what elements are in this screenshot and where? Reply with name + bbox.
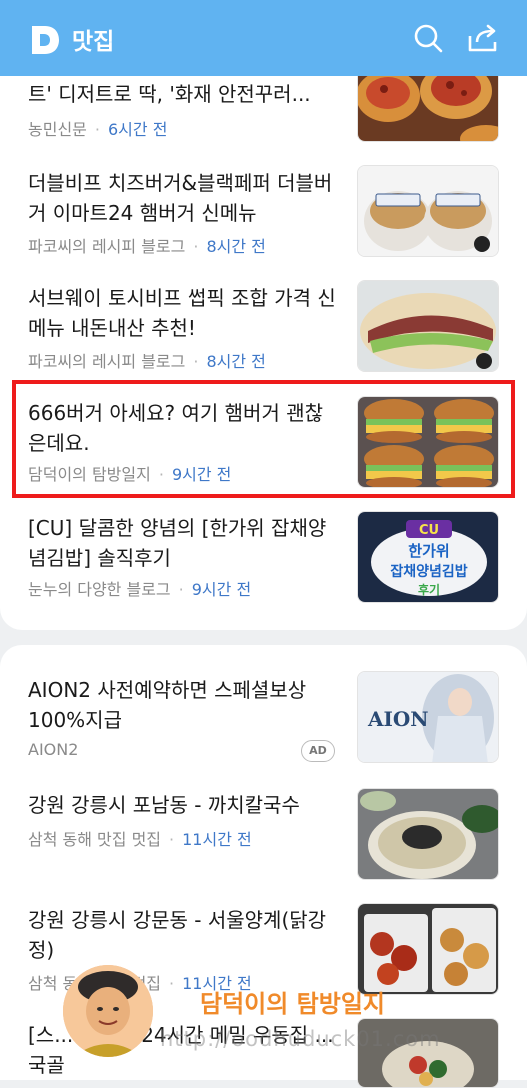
app-header: 맛집 xyxy=(0,0,527,76)
author-avatar xyxy=(63,965,153,1057)
aion-logo-text: AION xyxy=(367,707,429,731)
item-source: 삼척 동해 맛집 멋집 xyxy=(28,830,162,849)
item-meta: 농민신문 · 6시간 전 xyxy=(28,120,168,139)
ad-item[interactable]: AION2 사전예약하면 스페셜보상 100%지급 AION2 AD AION xyxy=(0,671,527,781)
section-title: 맛집 xyxy=(72,29,115,55)
item-time: 8시간 전 xyxy=(206,352,266,371)
selection-highlight xyxy=(12,380,515,498)
sandwich-photo xyxy=(357,280,499,372)
cu-kimbap-poster: CU 한가위 잡채양념김밥 후기 xyxy=(357,511,499,603)
search-icon[interactable] xyxy=(412,22,444,54)
item-title: 트' 디저트로 딱, '화재 안전꾸러... xyxy=(28,82,311,106)
item-title: 서브웨이 토시비프 썹픽 조합 가격 신메뉴 내돈내산 추천! xyxy=(28,286,336,340)
item-meta: 파코씨의 레시피 블로그 · 8시간 전 xyxy=(28,237,266,256)
item-title: 더블비프 치즈버거&블랙페퍼 더블버거 이마트24 햄버거 신메뉴 xyxy=(28,171,333,225)
item-title: AION2 사전예약하면 스페셜보상 100%지급 xyxy=(28,678,307,732)
share-icon[interactable] xyxy=(467,22,499,54)
item-source: AION2 xyxy=(28,740,79,759)
list-item[interactable]: 서브웨이 토시비프 썹픽 조합 가격 신메뉴 내돈내산 추천! 파코씨의 레시피… xyxy=(0,279,527,389)
poster-review-text: 후기 xyxy=(418,582,440,597)
news-feed-card: 트' 디저트로 딱, '화재 안전꾸러... 농민신문 · 6시간 전 더블비프 치… xyxy=(0,50,527,630)
noodle-soup-photo xyxy=(357,788,499,880)
poster-kimbap-text: 잡채양념김밥 xyxy=(390,563,467,580)
item-time: 6시간 전 xyxy=(107,120,168,139)
packaged-burgers-photo xyxy=(357,165,499,257)
item-source: 눈누의 다양한 블로그 xyxy=(28,580,171,599)
item-title: [CU] 달콤한 양념의 [한가위 잡채양념김밥] 솔직후기 xyxy=(28,516,327,570)
item-title: 강원 강릉시 포남동 - 까치칼국수 xyxy=(28,793,300,817)
list-item[interactable]: [CU] 달콤한 양념의 [한가위 잡채양념김밥] 솔직후기 눈누의 다양한 블… xyxy=(0,509,527,619)
list-item[interactable]: 더블비프 치즈버거&블랙페퍼 더블버거 이마트24 햄버거 신메뉴 파코씨의 레… xyxy=(0,164,527,274)
poster-holiday-text: 한가위 xyxy=(408,542,449,560)
item-time: 9시간 전 xyxy=(191,580,252,599)
author-signature: 담덕이의 탐방일지 xyxy=(200,990,385,1018)
daum-logo-icon[interactable] xyxy=(29,24,61,56)
aion-banner: AION xyxy=(357,671,499,763)
item-meta: 눈누의 다양한 블로그 · 9시간 전 xyxy=(28,580,252,599)
item-meta: AION2 xyxy=(28,740,78,759)
item-source: 파코씨의 레시피 블로그 xyxy=(28,352,186,371)
item-title: 강원 강릉시 강문동 - 서울양계(닭강정) xyxy=(28,908,327,962)
item-source: 파코씨의 레시피 블로그 xyxy=(28,237,186,256)
item-meta: 삼척 동해 맛집 멋집·11시간 전 xyxy=(28,830,252,849)
list-item[interactable]: 강원 강릉시 포남동 - 까치칼국수 삼척 동해 맛집 멋집 · 11시간 전 xyxy=(0,786,527,896)
fried-chicken-photo xyxy=(357,903,499,995)
item-time: 11시간 전 xyxy=(182,830,252,849)
item-time: 8시간 전 xyxy=(206,237,266,256)
ad-badge: AD xyxy=(301,740,335,762)
watermark-url: http://oodhuduck01.com xyxy=(160,1027,441,1051)
item-source: 농민신문 xyxy=(28,120,87,139)
item-meta: 파코씨의 레시피 블로그 · 8시간 전 xyxy=(28,352,266,371)
poster-cu-text: CU xyxy=(419,523,439,538)
